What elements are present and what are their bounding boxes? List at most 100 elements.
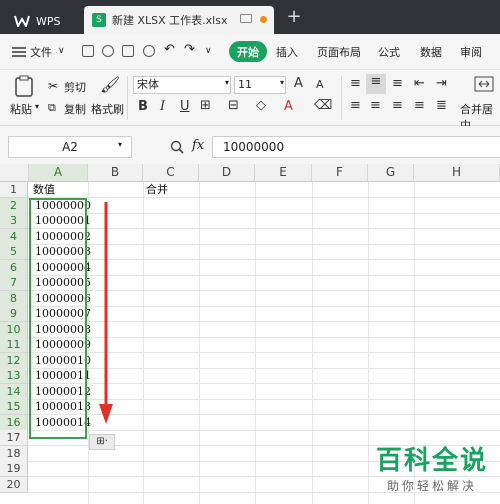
menu-file[interactable]: 文件	[30, 44, 52, 60]
row-header-2[interactable]: 2	[0, 197, 28, 214]
clear-format-icon[interactable]: ⌫	[314, 98, 332, 113]
row-header-18[interactable]: 18	[0, 445, 28, 462]
column-gridline	[255, 182, 256, 504]
wps-logo-icon	[14, 15, 30, 27]
column-header-b[interactable]: B	[88, 164, 143, 182]
tab-page-layout[interactable]: 页面布局	[317, 44, 361, 60]
redo-icon[interactable]: ↷	[184, 42, 195, 57]
shrink-font-button[interactable]: A	[316, 78, 324, 91]
row-header-5[interactable]: 5	[0, 244, 28, 260]
column-header-g[interactable]: G	[368, 164, 414, 182]
align-bottom-icon[interactable]: ≡	[392, 76, 403, 91]
row-header-17[interactable]: 17	[0, 430, 28, 446]
column-header-h[interactable]: H	[414, 164, 500, 182]
undo-icon[interactable]: ↶	[164, 42, 175, 57]
column-header-d[interactable]: D	[199, 164, 255, 182]
row-header-19[interactable]: 19	[0, 461, 28, 477]
zoom-search-icon[interactable]	[170, 140, 184, 154]
select-all-corner[interactable]	[0, 164, 29, 182]
tab-review[interactable]: 审阅	[460, 44, 482, 60]
cell-c1[interactable]: 合并	[146, 182, 168, 198]
row-header-16[interactable]: 16	[0, 414, 28, 431]
ribbon-divider	[341, 76, 342, 120]
row-header-15[interactable]: 15	[0, 399, 28, 415]
cell-style-icon[interactable]: ⊟	[228, 98, 239, 113]
column-header-a[interactable]: A	[29, 164, 88, 182]
tab-data[interactable]: 数据	[420, 44, 442, 60]
italic-button[interactable]: I	[160, 99, 165, 114]
name-box[interactable]: A2	[8, 136, 132, 158]
paste-dropdown-icon[interactable]: ▾	[35, 102, 39, 111]
autofill-options-button[interactable]: ⊞·	[89, 434, 115, 450]
tab-insert[interactable]: 插入	[276, 44, 298, 60]
hamburger-icon[interactable]	[12, 47, 26, 57]
column-header-c[interactable]: C	[143, 164, 199, 182]
paste-icon[interactable]	[14, 75, 34, 97]
row-header-12[interactable]: 12	[0, 352, 28, 369]
print-icon[interactable]	[122, 45, 134, 57]
copy-icon: ⧉	[48, 101, 56, 114]
row-header-11[interactable]: 11	[0, 337, 28, 353]
font-name-dropdown-icon[interactable]: ▾	[225, 78, 229, 87]
indent-increase-icon[interactable]: ⇥	[436, 76, 447, 91]
scissors-icon: ✂	[48, 79, 59, 93]
justify-icon[interactable]: ≡	[414, 98, 425, 113]
font-size-select[interactable]: 11	[234, 76, 286, 94]
distributed-icon[interactable]: ≣	[436, 98, 447, 113]
underline-button[interactable]: U	[180, 99, 190, 114]
document-tab[interactable]: S 新建 XLSX 工作表.xlsx	[84, 6, 274, 34]
document-tab-label: 新建 XLSX 工作表.xlsx	[112, 14, 228, 27]
row-header-13[interactable]: 13	[0, 368, 28, 384]
bold-button[interactable]: B	[138, 99, 148, 114]
monitor-icon[interactable]	[240, 14, 252, 23]
column-header-f[interactable]: F	[312, 164, 368, 182]
row-header-6[interactable]: 6	[0, 259, 28, 276]
row-header-3[interactable]: 3	[0, 213, 28, 229]
column-gridline	[199, 182, 200, 504]
fill-color-icon[interactable]: ◇	[256, 98, 266, 113]
quick-access-chevron-icon[interactable]: ∨	[205, 46, 212, 56]
row-header-14[interactable]: 14	[0, 383, 28, 400]
tab-start[interactable]: 开始	[229, 41, 267, 62]
new-tab-button[interactable]: +	[284, 8, 304, 28]
export-icon[interactable]	[102, 45, 114, 57]
align-center-icon[interactable]: ≡	[370, 98, 381, 113]
print-preview-icon[interactable]	[143, 45, 155, 57]
row-header-20[interactable]: 20	[0, 476, 28, 493]
wps-home-tab[interactable]: WPS	[4, 8, 80, 34]
font-color-button[interactable]: A	[284, 99, 293, 114]
menu-bar: 文件 ∨ ↶ ↷ ∨ 开始 插入 页面布局 公式 数据 审阅	[0, 34, 500, 70]
row-header-10[interactable]: 10	[0, 321, 28, 338]
cut-button[interactable]: 剪切	[64, 79, 86, 95]
name-box-dropdown-icon[interactable]: ▾	[118, 140, 122, 149]
cell-a1[interactable]: 数值	[33, 182, 55, 198]
font-size-dropdown-icon[interactable]: ▾	[280, 78, 284, 87]
align-right-icon[interactable]: ≡	[392, 98, 403, 113]
copy-button[interactable]: 复制	[64, 101, 86, 117]
save-icon[interactable]	[82, 45, 94, 57]
row-header-4[interactable]: 4	[0, 228, 28, 245]
align-middle-icon[interactable]: ≡	[366, 74, 386, 94]
paste-label[interactable]: 粘贴	[10, 101, 32, 117]
row-header-1[interactable]: 1	[0, 182, 28, 198]
font-name-select[interactable]: 宋体	[133, 76, 231, 94]
row-header-9[interactable]: 9	[0, 306, 28, 322]
tab-formulas[interactable]: 公式	[378, 44, 400, 60]
indent-decrease-icon[interactable]: ⇤	[414, 76, 425, 91]
insert-function-button[interactable]: fx	[192, 138, 204, 153]
row-header-7[interactable]: 7	[0, 275, 28, 291]
spreadsheet-icon: S	[92, 13, 106, 27]
merge-center-icon[interactable]	[474, 76, 494, 92]
align-top-icon[interactable]: ≡	[350, 76, 361, 91]
format-painter-icon[interactable]: 🖌	[100, 75, 120, 94]
format-painter-label[interactable]: 格式刷	[91, 101, 124, 117]
ribbon-divider	[127, 76, 128, 120]
chevron-down-icon: ∨	[58, 46, 65, 56]
row-header-8[interactable]: 8	[0, 290, 28, 307]
border-icon[interactable]: ⊞	[200, 98, 211, 113]
column-header-e[interactable]: E	[255, 164, 312, 182]
formula-input[interactable]: 10000000	[212, 136, 500, 158]
selection-range[interactable]	[29, 198, 87, 439]
align-left-icon[interactable]: ≡	[350, 98, 361, 113]
grow-font-button[interactable]: A	[294, 76, 303, 91]
